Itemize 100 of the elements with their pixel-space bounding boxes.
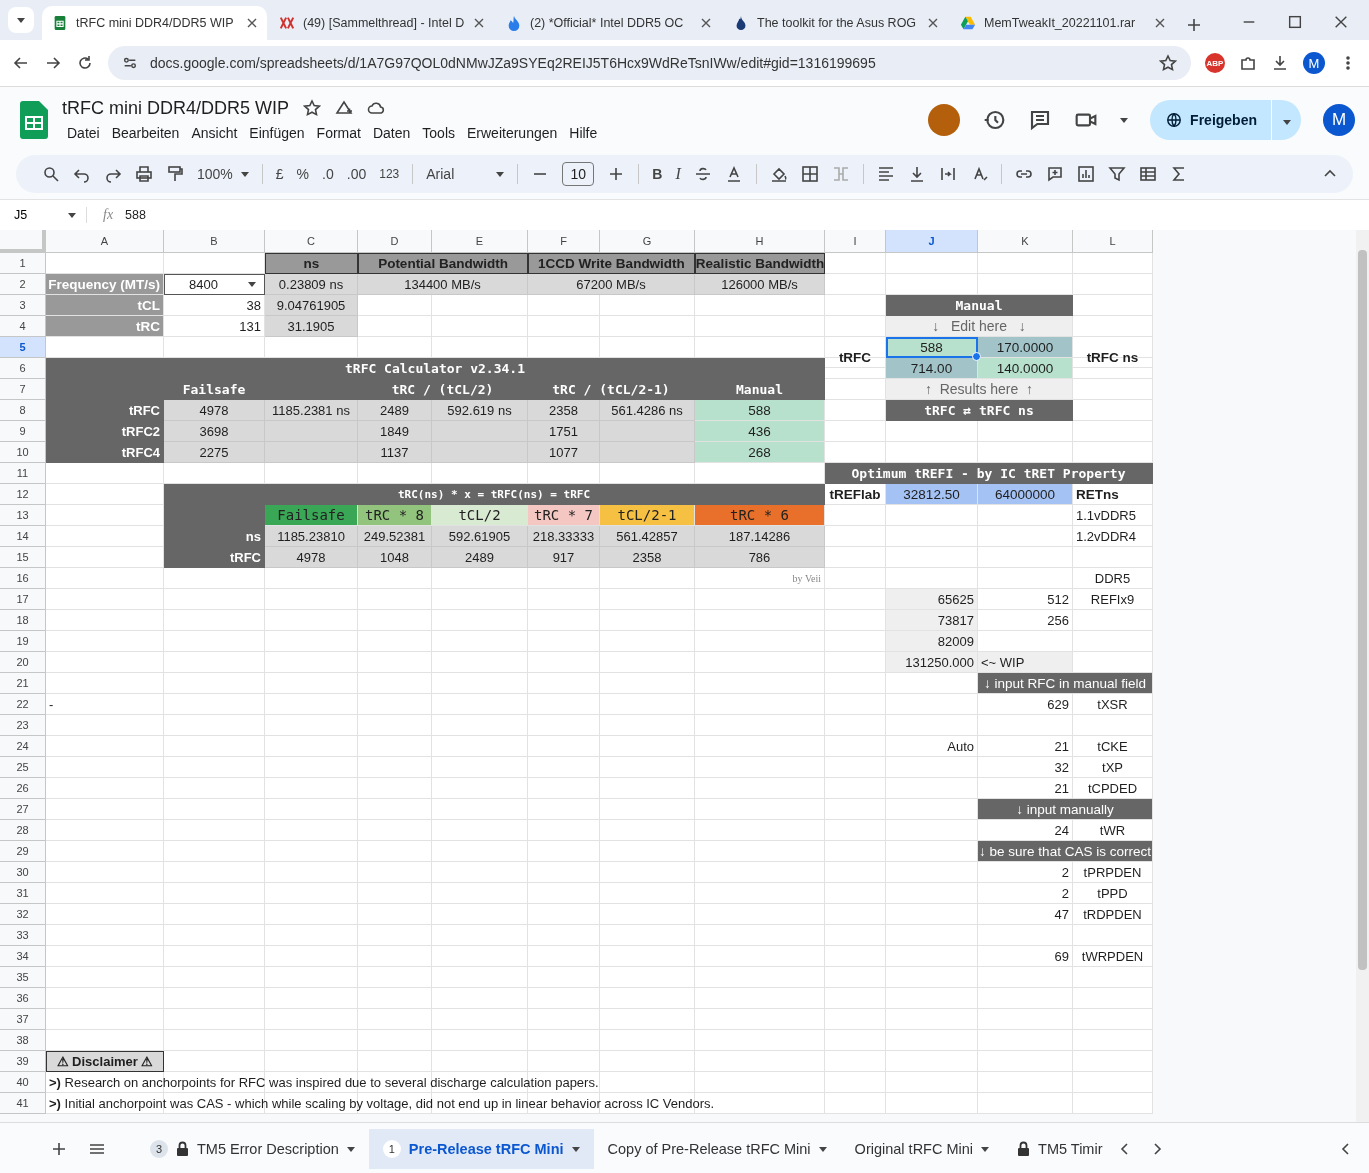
- chart-icon[interactable]: [1076, 165, 1095, 183]
- extension-icon[interactable]: ABP: [1205, 53, 1225, 73]
- close-icon[interactable]: [701, 18, 711, 28]
- tab-search-button[interactable]: [8, 7, 34, 33]
- italic-button[interactable]: I: [675, 165, 681, 183]
- sheet-tab[interactable]: 1 Pre-Release tRFC Mini: [368, 1129, 594, 1169]
- address-bar[interactable]: docs.google.com/spreadsheets/d/1A7G97QOL0dNMwJZa9SYEq2REIJ5T6Hcx9WdReTsnIWw/edit#gid=1316199695: [108, 46, 1191, 80]
- close-icon[interactable]: [1333, 14, 1349, 30]
- document-title[interactable]: tRFC mini DDR4/DDR5 WIP: [62, 97, 289, 119]
- name-box[interactable]: J5: [0, 207, 86, 223]
- new-tab-icon[interactable]: [1187, 18, 1201, 32]
- column-header[interactable]: F: [528, 230, 600, 253]
- browser-tab[interactable]: (2) *Official* Intel DDR5 OC: [496, 6, 721, 40]
- font-size-field[interactable]: 10: [562, 162, 595, 186]
- maximize-icon[interactable]: [1287, 14, 1303, 30]
- row-header[interactable]: 3: [0, 295, 46, 316]
- close-icon[interactable]: [474, 18, 484, 28]
- sheets-logo-icon[interactable]: [20, 101, 48, 139]
- close-icon[interactable]: [1155, 18, 1165, 28]
- formula-input[interactable]: 588: [125, 208, 146, 222]
- menu-item[interactable]: Datei: [62, 122, 105, 143]
- row-header[interactable]: 23: [0, 715, 46, 736]
- sheet-tab[interactable]: TM5 Timir: [1003, 1129, 1117, 1169]
- history-icon[interactable]: [982, 108, 1007, 132]
- row-header[interactable]: 40: [0, 1072, 46, 1093]
- row-header[interactable]: 9: [0, 421, 46, 442]
- row-header[interactable]: 39: [0, 1051, 46, 1072]
- column-header[interactable]: G: [600, 230, 695, 253]
- puzzle-icon[interactable]: [1239, 54, 1257, 72]
- row-header[interactable]: 21: [0, 673, 46, 694]
- column-header[interactable]: B: [164, 230, 265, 253]
- share-button[interactable]: Freigeben: [1150, 100, 1271, 140]
- close-icon[interactable]: [928, 18, 938, 28]
- row-header[interactable]: 25: [0, 757, 46, 778]
- zoom-dropdown[interactable]: 100%: [197, 166, 249, 182]
- row-header[interactable]: 6: [0, 358, 46, 379]
- row-header[interactable]: 8: [0, 400, 46, 421]
- row-header[interactable]: 22: [0, 694, 46, 715]
- bold-button[interactable]: B: [652, 166, 663, 182]
- align-icon[interactable]: [876, 165, 895, 183]
- add-comment-icon[interactable]: [1045, 165, 1064, 183]
- row-header[interactable]: 10: [0, 442, 46, 463]
- row-header[interactable]: 4: [0, 316, 46, 337]
- row-header[interactable]: 32: [0, 904, 46, 925]
- column-header[interactable]: L: [1073, 230, 1153, 253]
- sheet-tab[interactable]: Copy of Pre-Release tRFC Mini: [593, 1129, 841, 1169]
- row-header[interactable]: 33: [0, 925, 46, 946]
- row-header[interactable]: 2: [0, 274, 46, 295]
- row-header[interactable]: 35: [0, 967, 46, 988]
- number-format-button[interactable]: 123: [379, 167, 400, 181]
- sheet-tab[interactable]: Original tRFC Mini: [840, 1129, 1004, 1169]
- font-dropdown[interactable]: Arial: [426, 166, 505, 182]
- print-icon[interactable]: [135, 165, 153, 183]
- menu-item[interactable]: Einfügen: [244, 122, 310, 143]
- browser-tab[interactable]: The toolkit for the Asus ROG: [723, 6, 948, 40]
- menu-item[interactable]: Tools: [417, 122, 460, 143]
- vertical-scrollbar[interactable]: [1356, 230, 1369, 1122]
- menu-item[interactable]: Daten: [367, 122, 416, 143]
- row-header[interactable]: 18: [0, 610, 46, 631]
- column-header[interactable]: H: [695, 230, 825, 253]
- table-icon[interactable]: [1138, 165, 1157, 183]
- menu-item[interactable]: Ansicht: [186, 122, 243, 143]
- row-header[interactable]: 37: [0, 1009, 46, 1030]
- row-header[interactable]: 15: [0, 547, 46, 568]
- row-header[interactable]: 14: [0, 526, 46, 547]
- menu-item[interactable]: Hilfe: [564, 122, 603, 143]
- table-cell[interactable]: 588: [886, 337, 978, 358]
- row-header[interactable]: 11: [0, 463, 46, 484]
- reload-icon[interactable]: [76, 54, 94, 72]
- row-header[interactable]: 38: [0, 1030, 46, 1051]
- row-header[interactable]: 41: [0, 1093, 46, 1114]
- strikethrough-icon[interactable]: [693, 165, 712, 183]
- star-icon[interactable]: [1159, 54, 1177, 72]
- row-header[interactable]: 20: [0, 652, 46, 673]
- site-settings-icon[interactable]: [122, 55, 138, 71]
- percent-button[interactable]: %: [296, 166, 310, 182]
- row-header[interactable]: 29: [0, 841, 46, 862]
- currency-button[interactable]: £: [275, 166, 284, 182]
- star-icon[interactable]: [303, 99, 321, 117]
- row-header[interactable]: 34: [0, 946, 46, 967]
- row-header[interactable]: 13: [0, 505, 46, 526]
- dropdown-cell[interactable]: 8400: [164, 274, 265, 295]
- row-header[interactable]: 30: [0, 862, 46, 883]
- merge-cells-icon[interactable]: [831, 165, 850, 183]
- row-header[interactable]: 24: [0, 736, 46, 757]
- row-header[interactable]: 1: [0, 253, 46, 274]
- column-header[interactable]: A: [46, 230, 164, 253]
- profile-avatar[interactable]: M: [1303, 52, 1325, 74]
- menu-item[interactable]: Erweiterungen: [462, 122, 563, 143]
- column-header[interactable]: E: [432, 230, 528, 253]
- download-icon[interactable]: [1271, 54, 1289, 72]
- column-header[interactable]: K: [978, 230, 1073, 253]
- borders-icon[interactable]: [800, 165, 819, 183]
- row-header[interactable]: 17: [0, 589, 46, 610]
- menu-item[interactable]: Bearbeiten: [106, 122, 185, 143]
- row-header[interactable]: 5: [0, 337, 46, 358]
- wrap-icon[interactable]: [938, 165, 957, 183]
- row-header[interactable]: 28: [0, 820, 46, 841]
- filter-icon[interactable]: [1107, 165, 1126, 183]
- sheet-tab[interactable]: 3 TM5 Error Description: [136, 1129, 369, 1169]
